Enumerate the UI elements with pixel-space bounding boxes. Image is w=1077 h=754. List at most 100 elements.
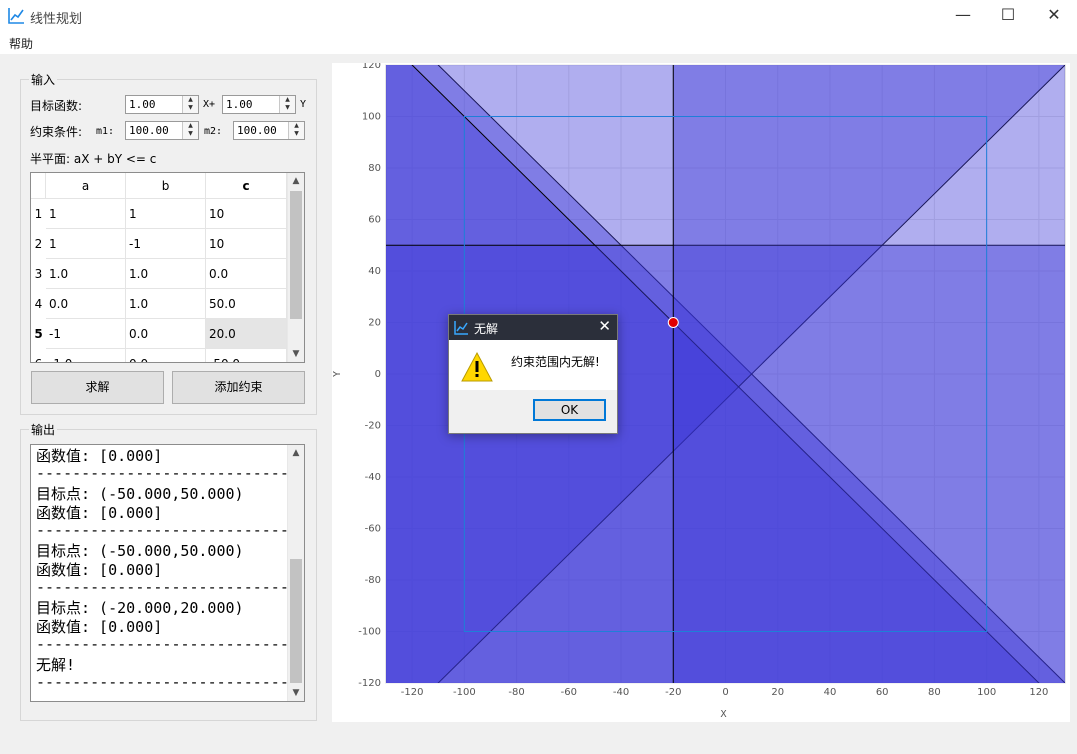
- target-point: [667, 317, 679, 328]
- output-line: ----------------------------: [36, 464, 289, 482]
- coef-x-spinbox[interactable]: 1.00 ▲ ▼: [125, 95, 199, 114]
- y-tick-label: -20: [365, 421, 381, 432]
- scroll-up-icon[interactable]: ▲: [288, 445, 304, 461]
- spin-arrows-icon[interactable]: ▲ ▼: [182, 96, 198, 113]
- table-cell[interactable]: -1.0: [46, 349, 126, 362]
- scroll-thumb[interactable]: [290, 191, 302, 319]
- table-cell-selected[interactable]: 20.0: [206, 319, 287, 349]
- table-cell[interactable]: -1: [46, 319, 126, 349]
- m1-value: 100.00: [129, 124, 169, 137]
- y-label: Y: [300, 99, 307, 110]
- m2-spinbox[interactable]: 100.00 ▲ ▼: [233, 121, 305, 140]
- column-header-b[interactable]: b: [126, 173, 206, 199]
- objective-label: 目标函数:: [30, 99, 83, 113]
- table-cell[interactable]: 1.0: [46, 259, 126, 289]
- halfplane-label: 半平面: aX + bY <= c: [30, 152, 157, 166]
- output-group-title: 输出: [29, 421, 58, 438]
- output-scrollbar[interactable]: ▲ ▼: [287, 445, 304, 701]
- table-cell[interactable]: -50.0: [206, 349, 287, 362]
- halfplane-region: [673, 65, 1065, 683]
- row-header[interactable]: 4: [31, 289, 46, 319]
- output-line: ----------------------------: [36, 578, 289, 596]
- table-cell[interactable]: 50.0: [206, 289, 287, 319]
- output-line: ----------------------------: [36, 521, 289, 539]
- output-line: ----------------------------: [36, 673, 289, 691]
- minimize-button[interactable]: —: [940, 0, 986, 32]
- table-cell[interactable]: 0.0: [126, 349, 206, 362]
- output-textbox[interactable]: 函数值: [0.000] ---------------------------…: [30, 444, 305, 702]
- y-tick-label: 60: [368, 215, 381, 226]
- x-plus-label: X+: [203, 99, 216, 110]
- constraint-chart[interactable]: -120 -100 -80 -60 -40 -20 0 20 40 60 80 100 120 -120 -…: [332, 60, 1070, 722]
- row-header[interactable]: 2: [31, 229, 46, 259]
- x-tick-label: 60: [876, 687, 889, 698]
- app-chart-icon: [454, 321, 468, 335]
- output-line: ----------------------------: [36, 635, 289, 653]
- y-tick-label: 0: [375, 369, 381, 380]
- x-tick-label: 40: [824, 687, 837, 698]
- table-cell[interactable]: -1: [126, 229, 206, 259]
- output-line: 函数值: [0.000]: [36, 447, 163, 465]
- title-bar: 线性规划 — ☐ ✕: [0, 0, 1077, 32]
- table-cell[interactable]: 0.0: [206, 259, 287, 289]
- y-tick-label: 40: [368, 266, 381, 277]
- row-header[interactable]: 6: [31, 349, 46, 362]
- table-cell[interactable]: 1: [46, 229, 126, 259]
- table-cell[interactable]: 0.0: [126, 319, 206, 349]
- constraint-label: 约束条件:: [30, 125, 83, 139]
- y-tick-label: -80: [365, 575, 381, 586]
- scroll-thumb[interactable]: [290, 559, 302, 683]
- add-constraint-button[interactable]: 添加约束: [172, 371, 305, 404]
- table-cell[interactable]: 0.0: [46, 289, 126, 319]
- table-cell[interactable]: 1.0: [126, 289, 206, 319]
- dialog-title-bar: 无解 ✕: [449, 315, 617, 340]
- table-cell[interactable]: 10: [206, 229, 287, 259]
- m1-label: m1:: [96, 126, 115, 137]
- x-tick-label: -80: [508, 687, 524, 698]
- spin-arrows-icon[interactable]: ▲ ▼: [288, 122, 304, 139]
- row-header[interactable]: 3: [31, 259, 46, 289]
- scroll-down-icon[interactable]: ▼: [288, 346, 304, 362]
- constraint-table[interactable]: a b c 1 1 1 10 2 1 -1 10 3 1.0 1.0 0.0 4…: [30, 172, 305, 363]
- x-tick-label: 120: [1029, 687, 1048, 698]
- x-tick-label: 20: [771, 687, 784, 698]
- column-header-c[interactable]: c: [206, 173, 287, 199]
- window-title: 线性规划: [30, 12, 83, 27]
- m1-spinbox[interactable]: 100.00 ▲ ▼: [125, 121, 199, 140]
- column-header-a[interactable]: a: [46, 173, 126, 199]
- coef-y-spinbox[interactable]: 1.00 ▲ ▼: [222, 95, 296, 114]
- scroll-down-icon[interactable]: ▼: [288, 685, 304, 701]
- row-header[interactable]: 5: [31, 319, 46, 349]
- solve-button[interactable]: 求解: [31, 371, 164, 404]
- row-header[interactable]: 1: [31, 199, 46, 229]
- spin-arrows-icon[interactable]: ▲ ▼: [182, 122, 198, 139]
- y-tick-label: -60: [365, 524, 381, 535]
- x-axis-label: X: [720, 709, 726, 720]
- y-tick-label: 80: [368, 163, 381, 174]
- x-tick-label: 100: [977, 687, 996, 698]
- x-tick-label: -100: [453, 687, 476, 698]
- y-tick-label: -100: [358, 627, 381, 638]
- table-cell[interactable]: 1: [46, 199, 126, 229]
- output-line: 函数值: [0.000]: [36, 561, 163, 579]
- x-tick-label: -40: [613, 687, 629, 698]
- spin-arrows-icon[interactable]: ▲ ▼: [279, 96, 295, 113]
- plot-area[interactable]: -120 -100 -80 -60 -40 -20 0 20 40 60 80 100 120 -120 -…: [332, 60, 1070, 722]
- menu-help[interactable]: 帮助: [9, 35, 33, 52]
- dialog-close-button[interactable]: ✕: [598, 317, 611, 335]
- table-cell[interactable]: 10: [206, 199, 287, 229]
- x-tick-label: 80: [928, 687, 941, 698]
- maximize-button[interactable]: ☐: [985, 0, 1031, 32]
- coef-y-value: 1.00: [226, 98, 253, 111]
- dialog-message: 约束范围内无解!: [511, 355, 600, 369]
- table-corner: [31, 173, 46, 199]
- x-tick-label: -120: [401, 687, 424, 698]
- table-cell[interactable]: 1: [126, 199, 206, 229]
- scroll-up-icon[interactable]: ▲: [288, 173, 304, 189]
- close-button[interactable]: ✕: [1031, 0, 1077, 32]
- output-line: 函数值: [0.000]: [36, 618, 163, 636]
- dialog-footer: OK: [449, 390, 617, 433]
- ok-button[interactable]: OK: [533, 399, 606, 421]
- table-scrollbar[interactable]: ▲ ▼: [287, 173, 304, 362]
- table-cell[interactable]: 1.0: [126, 259, 206, 289]
